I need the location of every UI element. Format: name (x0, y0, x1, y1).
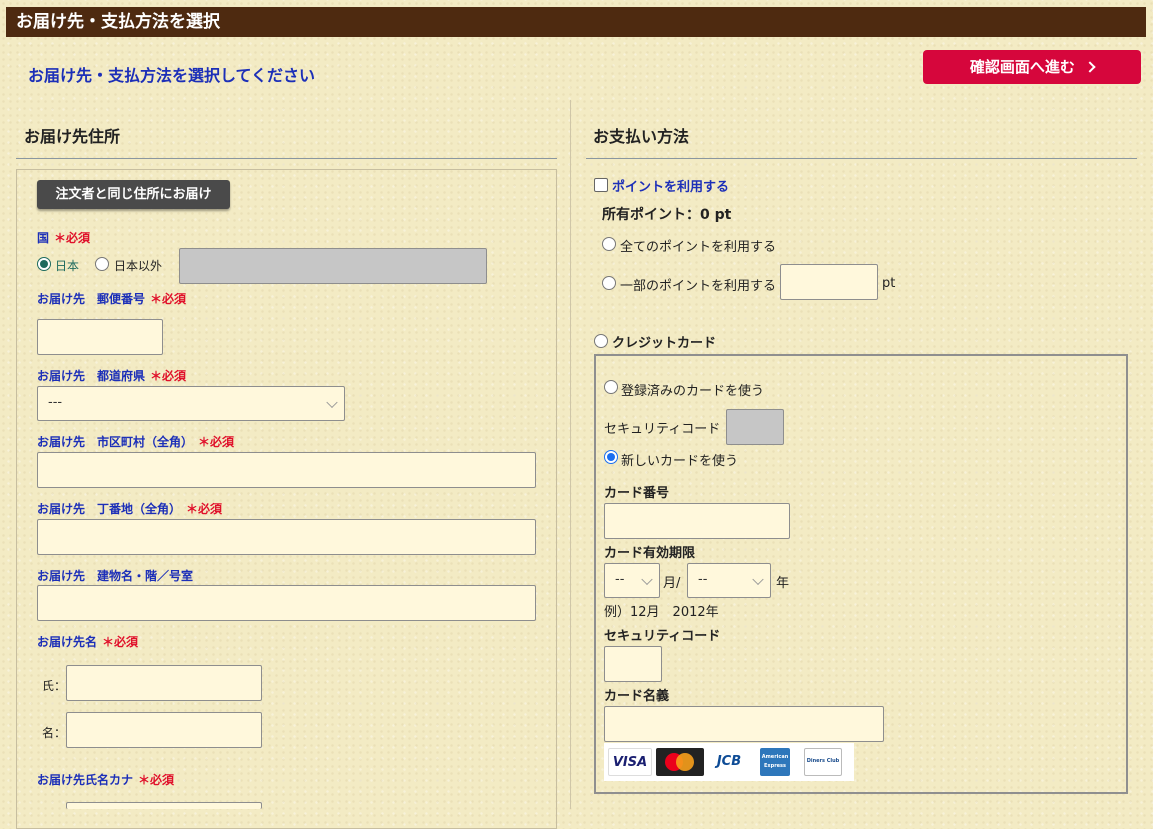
credit-card-radio[interactable] (594, 334, 608, 348)
recipient-name-label: お届け先名 ＊必須 (37, 633, 138, 650)
use-points-checkbox[interactable] (594, 178, 608, 192)
required-mark: ＊必須 (186, 502, 223, 516)
amex-logo-text: American Express (761, 754, 789, 769)
column-divider (570, 100, 571, 809)
points-unit: pt (882, 276, 896, 291)
building-label: お届け先 建物名・階／号室 (37, 569, 194, 583)
expiry-year-select[interactable]: -- (687, 563, 771, 598)
recipient-name-label-text: お届け先名 (37, 635, 98, 649)
expiry-example: 例）12月 2012年 (604, 605, 719, 620)
page-header-title: お届け先・支払方法を選択 (6, 7, 1146, 37)
country-japan-label: 日本 (55, 259, 80, 273)
diners-logo: Diners Club (804, 748, 842, 776)
postal-code-input[interactable] (37, 319, 163, 355)
postal-code-label-text: お届け先 郵便番号 (37, 292, 146, 306)
mastercard-logo (656, 748, 704, 776)
card-number-label: カード番号 (604, 486, 670, 501)
use-all-points-label: 全てのポイントを利用する (620, 240, 777, 255)
first-name-input[interactable] (66, 712, 262, 748)
chevron-down-icon (641, 573, 653, 585)
country-other-input[interactable] (179, 248, 487, 284)
page-subtitle: お届け先・支払方法を選択してください (28, 66, 316, 85)
saved-card-label: 登録済みのカードを使う (621, 384, 765, 399)
saved-security-code-label: セキュリティコード (604, 422, 721, 437)
visa-logo: VISA (608, 748, 652, 776)
points-owned: 所有ポイント：0 pt (602, 207, 732, 223)
city-label-text: お届け先 市区町村（全角） (37, 435, 194, 449)
amex-logo: American Express (760, 748, 790, 776)
required-mark: ＊必須 (150, 369, 187, 383)
card-holder-label: カード名義 (604, 689, 670, 704)
required-mark: ＊必須 (54, 231, 91, 245)
postal-code-label: お届け先 郵便番号 ＊必須 (37, 290, 186, 307)
street-label: お届け先 丁番地（全角） ＊必須 (37, 500, 222, 517)
year-unit: 年 (776, 576, 790, 591)
use-all-points-radio[interactable] (602, 237, 616, 251)
last-name-label: 氏： (42, 679, 67, 693)
prefecture-label: お届け先 都道府県 ＊必須 (37, 367, 186, 384)
first-name-label: 名： (42, 726, 67, 740)
diners-logo-text: Diners Club (806, 758, 840, 764)
confirm-button-label: 確認画面へ進む (969, 58, 1075, 76)
kana-last-name-input[interactable] (66, 802, 262, 809)
same-as-orderer-button[interactable]: 注文者と同じ住所にお届け (37, 180, 230, 209)
saved-security-code-input[interactable] (726, 409, 784, 445)
new-card-label: 新しいカードを使う (621, 454, 739, 469)
required-mark: ＊必須 (150, 292, 187, 306)
payment-section-title: お支払い方法 (593, 127, 690, 146)
mastercard-circle-orange (676, 753, 694, 771)
jcb-logo-text: JCB (716, 754, 742, 769)
confirm-button[interactable]: 確認画面へ進む (923, 50, 1141, 84)
expiry-year-value: -- (698, 572, 708, 587)
security-code-label: セキュリティコード (604, 629, 721, 644)
month-unit: 月/ (663, 576, 681, 591)
credit-card-label: クレジットカード (612, 336, 717, 351)
jcb-logo: JCB (710, 748, 748, 776)
use-points-label[interactable]: ポイントを利用する (612, 176, 729, 195)
card-brands-strip: VISA JCB American Express Diners Club (604, 743, 854, 781)
card-number-input[interactable] (604, 503, 790, 539)
points-amount-input[interactable] (780, 264, 878, 300)
required-mark: ＊必須 (198, 435, 235, 449)
chevron-down-icon (752, 573, 764, 585)
shipping-divider (16, 158, 557, 159)
required-mark: ＊必須 (138, 773, 175, 787)
expiry-month-select[interactable]: -- (604, 563, 660, 598)
street-input[interactable] (37, 519, 536, 555)
visa-logo-text: VISA (612, 755, 648, 770)
kana-name-label-text: お届け先氏名カナ (37, 773, 134, 787)
country-label-text: 国 (37, 231, 50, 245)
chevron-down-icon (326, 396, 338, 408)
prefecture-select[interactable]: --- (37, 386, 345, 421)
city-input[interactable] (37, 452, 536, 488)
country-japan-radio[interactable] (37, 257, 51, 271)
building-input[interactable] (37, 585, 536, 621)
expiry-month-value: -- (615, 572, 625, 587)
prefecture-label-text: お届け先 都道府県 (37, 369, 146, 383)
payment-divider (586, 158, 1137, 159)
use-some-points-label: 一部のポイントを利用する (620, 279, 777, 294)
country-label: 国 ＊必須 (37, 229, 90, 246)
city-label: お届け先 市区町村（全角） ＊必須 (37, 433, 234, 450)
saved-card-radio[interactable] (604, 380, 618, 394)
card-holder-input[interactable] (604, 706, 884, 742)
kana-name-label: お届け先氏名カナ ＊必須 (37, 771, 174, 788)
security-code-input[interactable] (604, 646, 662, 682)
chevron-right-icon (1084, 61, 1096, 73)
country-other-radio[interactable] (95, 257, 109, 271)
prefecture-select-value: --- (48, 395, 63, 410)
expiry-label: カード有効期限 (604, 546, 696, 561)
street-label-text: お届け先 丁番地（全角） (37, 502, 182, 516)
use-some-points-radio[interactable] (602, 276, 616, 290)
country-other-label: 日本以外 (114, 259, 163, 273)
new-card-radio[interactable] (604, 450, 618, 464)
shipping-section-title: お届け先住所 (24, 127, 121, 146)
last-name-input[interactable] (66, 665, 262, 701)
required-mark: ＊必須 (102, 635, 139, 649)
